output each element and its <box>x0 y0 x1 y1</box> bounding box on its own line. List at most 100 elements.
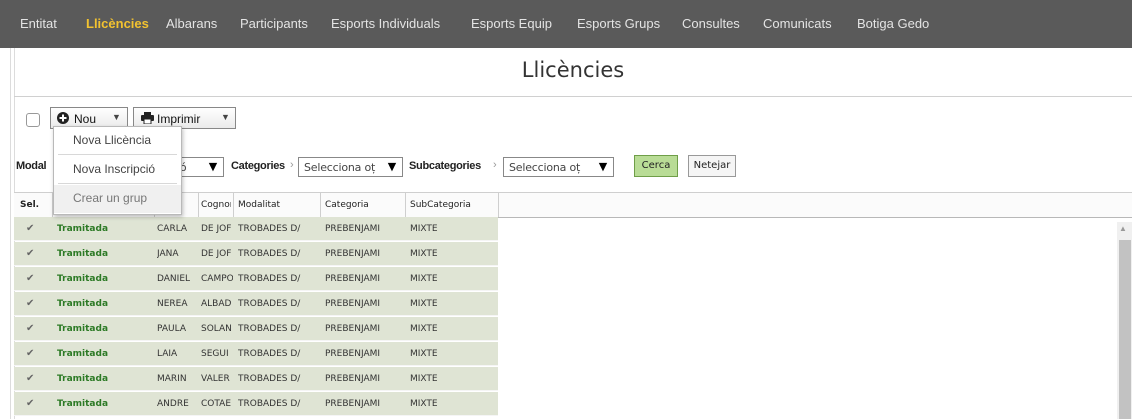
row-checkbox-icon[interactable]: ✔ <box>26 298 34 309</box>
subcategoria-cell: MIXTE <box>410 274 438 284</box>
nav-item-entitat[interactable]: Entitat <box>20 16 57 31</box>
row-checkbox-icon[interactable]: ✔ <box>26 323 34 334</box>
nav-item-comunicats[interactable]: Comunicats <box>763 16 832 31</box>
menu-item-label: Crear un grup <box>73 191 148 205</box>
clear-button[interactable]: Netejar <box>688 155 736 177</box>
menu-divider <box>58 183 177 184</box>
table-row[interactable]: ✔ Tramitada DANIEL CAMPO TROBADES D/ PRE… <box>14 267 498 291</box>
modalitat-cell: TROBADES D/ <box>238 249 301 259</box>
menu-item-nova-llicencia[interactable]: Nova Llicència <box>54 127 181 153</box>
subcategoria-cell: MIXTE <box>410 299 438 309</box>
surname-cell: SOLAN <box>201 324 232 334</box>
surname-cell: VALER <box>201 374 230 384</box>
row-checkbox-icon[interactable]: ✔ <box>26 373 34 384</box>
categoria-cell: PREBENJAMÍ <box>325 349 381 359</box>
select-all-checkbox[interactable] <box>26 113 40 127</box>
subcategories-select-value: Selecciona oț <box>509 161 581 174</box>
modalitat-cell: TROBADES D/ <box>238 349 301 359</box>
categoria-cell: PREBENJAMÍ <box>325 274 381 284</box>
categories-label: Categories <box>231 160 285 172</box>
status-cell: Tramitada <box>57 324 109 334</box>
row-checkbox-icon[interactable]: ✔ <box>26 248 34 259</box>
name-cell: PAULA <box>157 324 186 334</box>
nav-item-llicencies[interactable]: Llicències <box>86 16 149 31</box>
printer-icon <box>141 112 154 127</box>
plus-circle-icon <box>57 112 69 127</box>
subcategoria-cell: MIXTE <box>410 249 438 259</box>
chevron-right-icon: › <box>493 159 497 171</box>
licenses-grid: Sel. Cognor Modalitat Categoria SubCateg… <box>14 192 1132 419</box>
table-row[interactable]: ✔ Tramitada ANDRE COTAE TROBADES D/ PREB… <box>14 392 498 416</box>
categoria-cell: PREBENJAMÍ <box>325 249 381 259</box>
top-nav: Entitat Llicències Albarans Participants… <box>0 0 1132 48</box>
scroll-up-icon[interactable]: ▲ <box>1119 224 1127 233</box>
surname-cell: ALBAD <box>201 299 232 309</box>
new-button-label: Nou <box>74 112 97 126</box>
select-arrow-icon: ▼ <box>598 160 607 173</box>
table-row[interactable]: ✔ Tramitada JANA DE JOF TROBADES D/ PREB… <box>14 242 498 266</box>
name-cell: LAIA <box>157 349 178 359</box>
nav-item-participants[interactable]: Participants <box>240 16 308 31</box>
caret-down-icon: ▼ <box>112 112 121 122</box>
surname-cell: CAMPO <box>201 274 233 284</box>
caret-down-icon: ▼ <box>221 112 230 122</box>
subcategoria-cell: MIXTE <box>410 349 438 359</box>
print-button-label: Imprimir <box>157 112 201 126</box>
nav-item-botiga-gedo[interactable]: Botiga Gedo <box>857 16 929 31</box>
categoria-cell: PREBENJAMÍ <box>325 324 381 334</box>
page-title: Llicències <box>521 58 625 82</box>
nav-item-esports-equip[interactable]: Esports Equip <box>471 16 552 31</box>
row-checkbox-icon[interactable]: ✔ <box>26 223 34 234</box>
column-header-modalitat[interactable]: Modalitat <box>238 200 280 210</box>
status-cell: Tramitada <box>57 224 109 234</box>
row-checkbox-icon[interactable]: ✔ <box>26 398 34 409</box>
nav-item-consultes[interactable]: Consultes <box>682 16 740 31</box>
modalitat-cell: TROBADES D/ <box>238 224 301 234</box>
surname-cell: SEGUI <box>201 349 229 359</box>
subcategories-label: Subcategories <box>409 160 481 172</box>
row-checkbox-icon[interactable]: ✔ <box>26 348 34 359</box>
nav-item-esports-individuals[interactable]: Esports Individuals <box>331 16 440 31</box>
menu-item-crear-grup[interactable]: Crear un grup <box>54 185 181 213</box>
subcategoria-cell: MIXTE <box>410 224 438 234</box>
menu-divider <box>58 154 177 155</box>
table-row[interactable]: ✔ Tramitada MARIN VALER TROBADES D/ PREB… <box>14 367 498 391</box>
title-bar: Llicències <box>14 48 1132 97</box>
column-header-subcategoria[interactable]: SubCategoria <box>410 200 471 210</box>
categoria-cell: PREBENJAMÍ <box>325 399 381 409</box>
scrollbar-thumb[interactable] <box>1119 240 1131 419</box>
column-header-categoria[interactable]: Categoria <box>325 200 369 210</box>
subcategories-select[interactable]: Selecciona oț ▼ <box>503 157 614 177</box>
select-arrow-icon: ▼ <box>208 160 217 173</box>
subcategoria-cell: MIXTE <box>410 399 438 409</box>
select-arrow-icon: ▼ <box>387 160 396 173</box>
name-cell: MARIN <box>157 374 187 384</box>
chevron-right-icon: › <box>290 159 294 171</box>
nav-item-albarans[interactable]: Albarans <box>166 16 217 31</box>
modalitat-cell: TROBADES D/ <box>238 399 301 409</box>
menu-item-nova-inscripcio[interactable]: Nova Inscripció <box>54 156 181 182</box>
table-row[interactable]: ✔ Tramitada PAULA SOLAN TROBADES D/ PREB… <box>14 317 498 341</box>
categories-select[interactable]: Selecciona oț ▼ <box>298 157 403 177</box>
table-row[interactable]: ✔ Tramitada CARLA DE JOF TROBADES D/ PRE… <box>14 217 498 241</box>
modalitat-cell: TROBADES D/ <box>238 374 301 384</box>
column-header-sel[interactable]: Sel. <box>20 200 39 210</box>
status-cell: Tramitada <box>57 399 109 409</box>
subcategoria-cell: MIXTE <box>410 324 438 334</box>
categoria-cell: PREBENJAMÍ <box>325 374 381 384</box>
subcategoria-cell: MIXTE <box>410 374 438 384</box>
row-checkbox-icon[interactable]: ✔ <box>26 273 34 284</box>
table-row[interactable]: ✔ Tramitada NEREA ALBAD TROBADES D/ PREB… <box>14 292 498 316</box>
table-row[interactable]: ✔ Tramitada LAIA SEGUI TROBADES D/ PREBE… <box>14 342 498 366</box>
status-cell: Tramitada <box>57 249 109 259</box>
search-button[interactable]: Cerca <box>634 155 678 177</box>
name-cell: ANDRE <box>157 399 189 409</box>
categoria-cell: PREBENJAMÍ <box>325 224 381 234</box>
name-cell: CARLA <box>157 224 188 234</box>
column-header-surname[interactable]: Cognor <box>201 200 231 210</box>
nav-item-esports-grups[interactable]: Esports Grups <box>577 16 660 31</box>
modalitat-cell: TROBADES D/ <box>238 274 301 284</box>
surname-cell: DE JOF <box>201 224 232 234</box>
status-cell: Tramitada <box>57 349 109 359</box>
name-cell: JANA <box>157 249 179 259</box>
